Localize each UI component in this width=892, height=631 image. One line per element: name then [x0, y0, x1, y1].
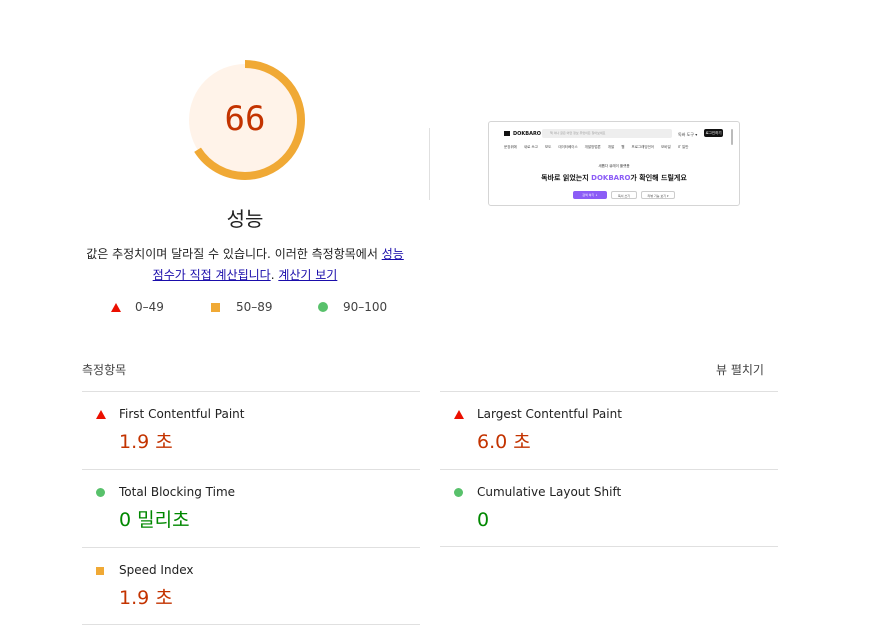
screenshot-nav: 문장위에 새로 쓰고 보도 데이터베이스 개발방법론 개발 웹 프로그래밍언어 모바일 IT 일반	[504, 145, 719, 150]
legend-average-label: 50–89	[236, 300, 273, 314]
pass-circle-icon	[96, 488, 105, 497]
fail-triangle-icon	[111, 302, 121, 312]
performance-score-value: 66	[224, 99, 266, 139]
legend-average: 50–89	[211, 300, 273, 314]
fail-triangle-icon	[454, 410, 464, 419]
calculator-link[interactable]: 계산기 보기	[278, 268, 337, 282]
screenshot-button-tertiary: 리뷰 기능 보기 ▾	[641, 191, 675, 199]
performance-score-gauge: 66	[185, 60, 305, 180]
score-legend: 0–49 50–89 90–100	[0, 300, 892, 318]
screenshot-heading-post: 가 확인해 드릴게요	[630, 174, 687, 182]
metric-title: Largest Contentful Paint	[477, 407, 622, 421]
vertical-divider	[429, 128, 430, 200]
screenshot-scrollbar	[731, 129, 733, 145]
metric-divider	[82, 624, 420, 625]
legend-fail-label: 0–49	[135, 300, 164, 314]
metric-first-contentful-paint: First Contentful Paint 1.9 초	[82, 392, 420, 453]
metric-value: 1.9 초	[119, 587, 173, 609]
metric-speed-index: Speed Index 1.9 초	[82, 548, 420, 609]
screenshot-nav-item: 문장위에	[504, 145, 517, 149]
screenshot-heading: 독바로 읽었는지 DOKBARO가 확인해 드릴게요	[494, 173, 734, 183]
expand-view-button[interactable]: 뷰 펼치기	[716, 361, 764, 378]
screenshot-login: 로그인하기	[704, 129, 723, 137]
metric-cumulative-layout-shift: Cumulative Layout Shift 0	[440, 470, 778, 531]
screenshot-nav-item: 모바일	[661, 145, 671, 149]
screenshot-page: DOKBARO 책 이나 글은 어떤 정보 무엇이든 찾아보세요 독바 도구 ▾…	[494, 127, 734, 202]
screenshot-nav-item: 웹	[621, 145, 625, 149]
metric-largest-contentful-paint: Largest Contentful Paint 6.0 초	[440, 392, 778, 453]
metric-value: 0	[477, 509, 490, 531]
screenshot-nav-item: IT 일반	[677, 145, 689, 149]
screenshot-logo: DOKBARO	[504, 131, 541, 137]
metrics-header: 측정항목	[82, 363, 127, 377]
metric-total-blocking-time: Total Blocking Time 0 밀리초	[82, 470, 420, 531]
metric-title: Total Blocking Time	[119, 485, 236, 499]
metric-value: 6.0 초	[477, 431, 531, 453]
legend-fail: 0–49	[111, 300, 164, 314]
pass-circle-icon	[318, 302, 328, 312]
description-text: 값은 추정치이며 달라질 수 있습니다. 이러한 측정항목에서	[86, 247, 382, 261]
screenshot-search: 책 이나 글은 어떤 정보 무엇이든 찾아보세요	[542, 129, 672, 138]
metric-title: First Contentful Paint	[119, 407, 245, 421]
pass-circle-icon	[454, 488, 463, 497]
score-description: 값은 추정치이며 달라질 수 있습니다. 이러한 측정항목에서 성능 점수가 직…	[80, 244, 410, 286]
screenshot-nav-item: 보도	[544, 145, 552, 149]
screenshot-nav-item: 데이터베이스	[558, 145, 578, 149]
screenshot-nav-item: 개발방법론	[584, 145, 601, 149]
screenshot-guide: 독바 도구 ▾	[678, 132, 698, 137]
category-title: 성능	[226, 207, 264, 231]
average-square-icon	[211, 302, 220, 312]
legend-pass-label: 90–100	[343, 300, 388, 314]
final-screenshot[interactable]: DOKBARO 책 이나 글은 어떤 정보 무엇이든 찾아보세요 독바 도구 ▾…	[488, 121, 740, 206]
screenshot-heading-brand: DOKBARO	[591, 174, 631, 182]
average-square-icon	[96, 567, 104, 575]
metric-value: 1.9 초	[119, 431, 173, 453]
metric-value: 0 밀리초	[119, 509, 190, 531]
screenshot-nav-item: 개발	[607, 145, 615, 149]
screenshot-heading-pre: 독바로 읽었는지	[541, 174, 592, 182]
screenshot-button-primary: 검색 하기 ↓	[573, 191, 607, 199]
screenshot-button-secondary: 독서 쓰기	[611, 191, 637, 199]
metric-title: Cumulative Layout Shift	[477, 485, 622, 499]
screenshot-subheading: 새롭다 큐레이 플랫폼	[598, 164, 630, 168]
legend-pass: 90–100	[318, 300, 387, 314]
screenshot-nav-item: 새로 쓰고	[523, 145, 538, 149]
screenshot-nav-item: 프로그래밍언어	[631, 145, 655, 149]
fail-triangle-icon	[96, 410, 106, 419]
metric-title: Speed Index	[119, 563, 194, 577]
metric-divider	[440, 546, 778, 547]
